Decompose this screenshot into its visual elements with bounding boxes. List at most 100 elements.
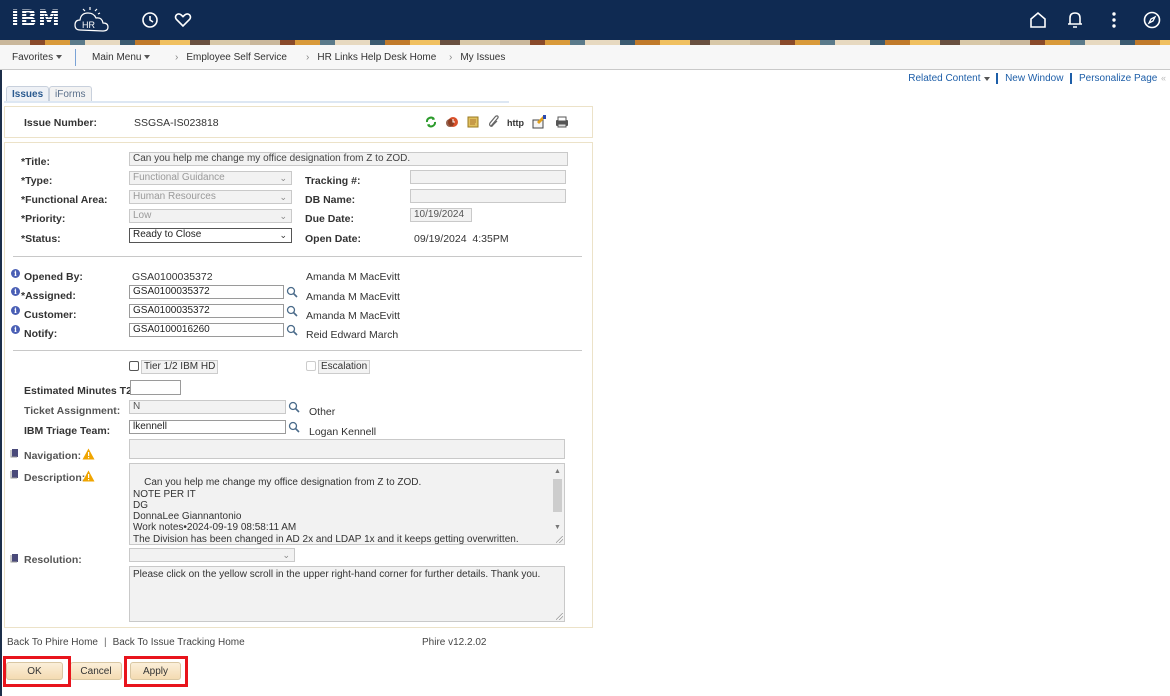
breadcrumb-label: HR Links Help Desk Home [317,52,437,63]
priority-select[interactable]: Low ⌄ [129,209,292,223]
refresh-icon[interactable] [424,115,438,129]
book-icon[interactable] [10,448,20,458]
tier-checkbox[interactable] [129,361,139,371]
resize-handle-icon[interactable] [556,613,563,620]
attachment-paperclip-icon[interactable] [487,115,501,129]
tier-label: Tier 1/2 IBM HD [141,360,219,374]
personalize-page-link[interactable]: Personalize Page [1079,73,1161,84]
scroll-icon[interactable] [466,115,480,129]
notify-field[interactable]: GSA0100016260 [129,323,284,337]
tab-underline [4,101,509,103]
chevron-down-icon [983,76,990,81]
lookup-search-icon[interactable] [286,286,298,298]
back-to-phire-home-link[interactable]: Back To Phire Home [7,637,98,648]
breadcrumb-employee-self-service[interactable]: › Employee Self Service [175,52,287,63]
lookup-search-icon[interactable] [286,324,298,336]
customer-field[interactable]: GSA0100035372 [129,304,284,318]
navigation-label: Navigation: [24,450,82,462]
issue-number-value: SSGSA-IS023818 [134,117,219,129]
status-select[interactable]: Ready to Close ⌄ [129,228,292,243]
favorites-menu[interactable]: Favorites [12,52,63,63]
home-icon[interactable] [1028,10,1048,30]
tracking-label: Tracking #: [305,175,361,187]
description-scrollbar[interactable]: ▲ ▼ [551,465,563,534]
functional-area-select[interactable]: Human Resources ⌄ [129,190,292,204]
http-link-icon[interactable]: http [507,115,525,129]
status-label: *Status: [21,233,61,245]
navigation-field[interactable] [129,439,565,459]
info-icon[interactable]: i [11,269,20,278]
print-icon[interactable] [555,115,569,129]
estimated-minutes-field[interactable] [130,380,181,395]
warning-icon [82,470,95,482]
highlight-apply-box [124,656,188,687]
tracking-field[interactable] [410,170,566,184]
svg-text:HR: HR [82,20,95,30]
opened-by-id: GSA0100035372 [132,271,213,283]
book-icon[interactable] [10,553,20,563]
info-icon[interactable]: i [11,287,20,296]
functional-area-value: Human Resources [133,191,216,202]
ticket-assignment-label: Ticket Assignment: [24,405,121,417]
link-separator [996,73,999,84]
lookup-search-icon[interactable] [286,305,298,317]
chevron-right-icon: › [175,52,179,63]
back-to-issue-tracking-home-link[interactable]: Back To Issue Tracking Home [113,637,245,648]
link-separator [1070,73,1073,84]
notify-label: Notify: [24,328,58,340]
assigned-label: *Assigned: [21,290,76,302]
type-select[interactable]: Functional Guidance ⌄ [129,171,292,185]
related-content-link[interactable]: Related Content [908,73,990,84]
nav-divider [75,49,76,66]
resolution-field[interactable]: Please click on the yellow scroll in the… [129,566,565,622]
book-icon[interactable] [10,469,20,479]
info-icon[interactable]: i [11,325,20,334]
section-divider [13,256,582,257]
open-date-label: Open Date: [305,233,362,245]
collapse-icon[interactable]: « [1161,73,1166,83]
navbar-compass-icon[interactable] [1142,10,1162,30]
db-name-label: DB Name: [305,194,356,206]
escalation-checkbox[interactable] [306,361,316,371]
svg-text:http: http [507,118,524,128]
scroll-down-icon[interactable]: ▼ [554,522,561,533]
hr-cloud-logo-icon[interactable]: HR [72,6,116,36]
navigation-bar: Favorites Main Menu › Employee Self Servi… [0,45,1170,70]
time-clock-icon[interactable] [445,115,459,129]
title-field[interactable]: Can you help me change my office designa… [129,152,568,166]
new-window-link[interactable]: New Window [1005,73,1063,84]
main-menu[interactable]: Main Menu [92,52,151,63]
title-label: *Title: [21,156,50,168]
lookup-search-icon[interactable] [288,401,300,413]
tab-iforms[interactable]: iForms [49,86,92,102]
description-field[interactable]: Can you help me change my office designa… [129,463,565,545]
scroll-up-icon[interactable]: ▲ [554,466,561,477]
breadcrumb-label: My Issues [460,52,506,63]
scrollbar-thumb[interactable] [553,479,562,512]
actions-menu-icon[interactable] [1104,10,1124,30]
main-menu-label: Main Menu [92,52,142,63]
lookup-search-icon[interactable] [288,421,300,433]
db-name-field[interactable] [410,189,566,203]
type-label: *Type: [21,175,53,187]
customer-name: Amanda M MacEvitt [306,310,400,322]
breadcrumb-my-issues[interactable]: › My Issues [449,52,505,63]
related-links: Related Content New Window Personalize P… [908,73,1166,84]
resolution-select[interactable]: ⌄ [129,548,295,562]
history-icon[interactable] [140,10,160,30]
priority-label: *Priority: [21,213,66,225]
due-date-field[interactable]: 10/19/2024 [410,208,472,222]
cancel-button[interactable]: Cancel [70,662,122,680]
left-edge [0,70,2,696]
ticket-assignment-field[interactable]: N [129,400,286,414]
ticket-assignment-desc: Other [309,406,336,418]
notifications-bell-icon[interactable] [1065,10,1085,30]
edit-folder-icon[interactable] [532,115,546,129]
resize-handle-icon[interactable] [556,536,563,543]
breadcrumb-hr-links-help-desk-home[interactable]: › HR Links Help Desk Home [306,52,436,63]
tab-issues[interactable]: Issues [6,86,50,102]
assigned-field[interactable]: GSA0100035372 [129,285,284,299]
triage-team-field[interactable]: lkennell [129,420,286,434]
info-icon[interactable]: i [11,306,20,315]
favorites-heart-icon[interactable] [173,10,193,30]
